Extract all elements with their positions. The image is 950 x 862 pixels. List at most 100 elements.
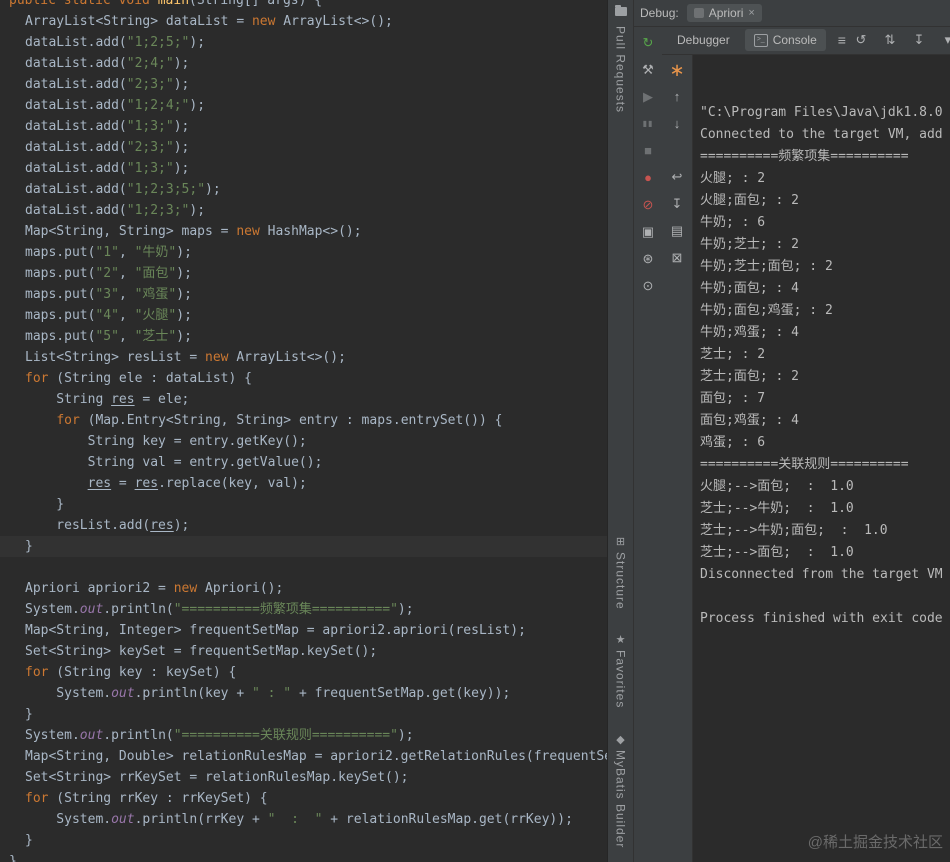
code-line: dataList.add("2;3;");	[25, 140, 190, 155]
console-line: 芝士;-->牛奶;面包; : 1.0	[700, 523, 888, 538]
stripe-item-pull-requests[interactable]: Pull Requests	[614, 26, 628, 113]
scroll-down-icon[interactable]: ↧	[910, 32, 928, 48]
code-line: List<String> resList = new ArrayList<>()…	[25, 350, 346, 365]
code-line: for (String ele : dataList) {	[25, 371, 252, 386]
view-breakpoints-icon[interactable]: ●	[639, 170, 657, 186]
restore-layout-icon[interactable]: ↺	[852, 32, 870, 48]
settings-icon[interactable]: ⊛	[639, 251, 657, 267]
console-line: ==========关联规则==========	[700, 457, 909, 472]
console-settings-icon[interactable]: ∗	[668, 61, 686, 79]
clear-console-icon[interactable]: ⊠	[668, 250, 686, 266]
code-line: maps.put("4", "火腿");	[25, 308, 192, 323]
stop-icon[interactable]: ■	[639, 143, 657, 159]
stripe-item-mybatis-builder[interactable]: ◆ MyBatis Builder	[613, 733, 628, 848]
code-line: }	[9, 854, 17, 862]
sort-icon[interactable]: ⇅	[881, 32, 899, 48]
next-occurrence-icon[interactable]: ↓	[668, 116, 686, 132]
soft-wrap-icon[interactable]: ↩	[668, 169, 686, 185]
console-line: 牛奶;芝士; : 2	[700, 237, 799, 252]
code-line: }	[25, 497, 65, 512]
rerun-icon[interactable]: ↻	[639, 35, 657, 51]
expand-icon[interactable]: ▾	[939, 32, 950, 48]
console-actions-toolbar: ∗ ↑ ↓ ↩ ↧ ▤ ⊠	[662, 54, 692, 862]
stripe-item-mybatis-label: MyBatis Builder	[613, 749, 628, 848]
code-line: Map<String, Integer> frequentSetMap = ap…	[25, 623, 526, 638]
code-line: for (Map.Entry<String, String> entry : m…	[56, 413, 503, 428]
pause-icon[interactable]: ▮▮	[639, 116, 657, 132]
code-line: Set<String> keySet = frequentSetMap.keyS…	[25, 644, 378, 659]
tab-console[interactable]: >_ Console	[744, 29, 826, 51]
scroll-to-end-icon[interactable]: ↧	[668, 196, 686, 212]
code-line: ArrayList<String> dataList = new ArrayLi…	[25, 14, 393, 29]
code-line: Set<String> rrKeySet = relationRulesMap.…	[25, 770, 409, 785]
console-line: 面包; : 7	[700, 391, 766, 406]
code-lines: public static void main(String[] args) {…	[0, 0, 607, 862]
pin-icon[interactable]: ⊙	[639, 278, 657, 294]
console-line: Process finished with exit code	[700, 611, 943, 626]
tool-window-stripe: Pull Requests ⊞ Structure ★ Favorites ◆ …	[608, 0, 634, 862]
run-config-icon	[693, 8, 704, 18]
console-line: 鸡蛋; : 6	[700, 435, 766, 450]
code-line: resList.add(res);	[25, 518, 190, 533]
code-line: dataList.add("1;2;3;5;");	[25, 182, 221, 197]
console-line: "C:\Program Files\Java\jdk1.8.0	[700, 105, 943, 120]
code-line: }	[0, 536, 607, 557]
code-line: maps.put("1", "牛奶");	[25, 245, 192, 260]
project-folder-icon[interactable]	[614, 5, 627, 16]
code-line: System.out.println(key + " : " + frequen…	[25, 686, 511, 701]
resume-icon[interactable]: ▶	[639, 89, 657, 105]
structure-icon: ⊞	[615, 535, 626, 548]
debug-actions-toolbar: ↻ ⚒ ▶ ▮▮ ■ ● ⊘ ▣ ⊛ ⊙	[634, 26, 662, 862]
code-line: maps.put("2", "面包");	[25, 266, 192, 281]
code-line: System.out.println("==========关联规则======…	[25, 728, 414, 743]
close-icon[interactable]: ×	[748, 7, 754, 19]
code-line: String res = ele;	[25, 392, 190, 407]
code-line: for (String key : keySet) {	[25, 665, 237, 680]
console-line: 芝士; : 2	[700, 347, 766, 362]
code-line: Map<String, Double> relationRulesMap = a…	[25, 749, 607, 764]
code-line: dataList.add("2;4;");	[25, 56, 190, 71]
stripe-item-favorites[interactable]: ★ Favorites	[613, 635, 628, 709]
debug-header: Debug: Apriori ×	[634, 0, 950, 27]
view-options-icon[interactable]: ≡	[838, 32, 846, 48]
screenshot-icon[interactable]: ▣	[639, 224, 657, 240]
code-line: }	[25, 707, 33, 722]
console-line: 芝士;面包; : 2	[700, 369, 799, 384]
print-icon[interactable]: ▤	[668, 223, 686, 239]
code-line: maps.put("3", "鸡蛋");	[25, 287, 192, 302]
code-line: System.out.println(rrKey + " : " + relat…	[25, 812, 573, 827]
debug-tool-window: Pull Requests ⊞ Structure ★ Favorites ◆ …	[607, 0, 950, 862]
tab-debugger[interactable]: Debugger	[668, 29, 739, 51]
code-line: String val = entry.getValue();	[25, 455, 323, 470]
code-line: dataList.add("1;3;");	[25, 119, 190, 134]
console-line: 面包;鸡蛋; : 4	[700, 413, 799, 428]
mybatis-icon: ◆	[616, 733, 625, 746]
code-line: public static void main(String[] args) {	[9, 0, 323, 8]
code-line: Apriori apriori2 = new Apriori();	[25, 581, 284, 596]
debug-session-tab-title: Apriori	[708, 6, 744, 20]
code-line: dataList.add("1;2;4;");	[25, 98, 206, 113]
console-line: 牛奶;面包;鸡蛋; : 2	[700, 303, 833, 318]
console-line: Disconnected from the target VM	[700, 567, 943, 582]
tab-debugger-label: Debugger	[677, 33, 730, 47]
code-line: Map<String, String> maps = new HashMap<>…	[25, 224, 362, 239]
debug-session-tab[interactable]: Apriori ×	[686, 4, 762, 22]
stripe-item-structure-label: Structure	[613, 551, 628, 610]
console-line: 芝士;-->牛奶; : 1.0	[700, 501, 854, 516]
console-line: ==========频繁项集==========	[700, 149, 909, 164]
code-editor[interactable]: public static void main(String[] args) {…	[0, 0, 607, 862]
console-tab-icon: >_	[753, 33, 768, 47]
console-output[interactable]: "C:\Program Files\Java\jdk1.8.0 Connected…	[692, 54, 950, 862]
mute-breakpoints-icon[interactable]: ⊘	[639, 197, 657, 213]
build-icon[interactable]: ⚒	[639, 62, 657, 78]
watermark: @稀土掘金技术社区	[807, 834, 943, 851]
stripe-item-favorites-label: Favorites	[613, 650, 628, 709]
prev-occurrence-icon[interactable]: ↑	[668, 89, 686, 105]
tab-console-label: Console	[772, 33, 817, 47]
code-line: dataList.add("1;2;5;");	[25, 35, 206, 50]
console-line: 火腿; : 2	[700, 171, 766, 186]
code-line: System.out.println("==========频繁项集======…	[25, 602, 414, 617]
console-line: 芝士;-->面包; : 1.0	[700, 545, 854, 560]
stripe-item-structure[interactable]: ⊞ Structure	[613, 535, 628, 610]
